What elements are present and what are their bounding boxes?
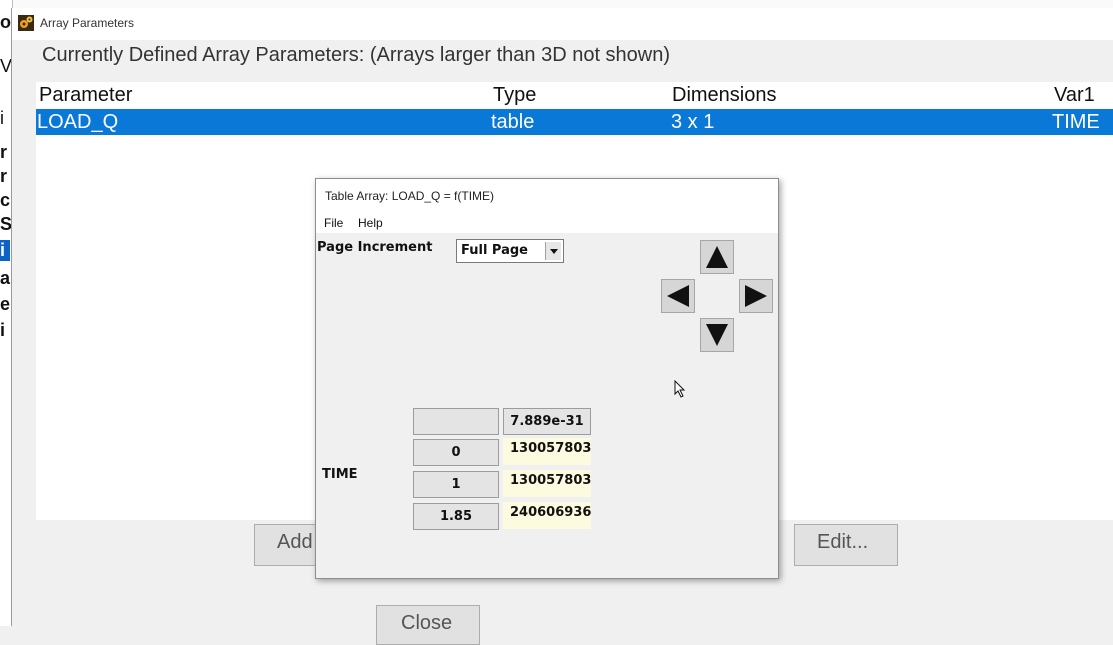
chevron-down-icon[interactable] <box>545 242 561 260</box>
page-left-button[interactable] <box>661 279 695 313</box>
bg-char: c <box>0 190 11 210</box>
arrow-up-icon <box>706 246 728 268</box>
cell-dimensions: 3 x 1 <box>671 111 715 133</box>
bg-char: r <box>0 166 8 186</box>
page-increment-label: Page Increment <box>317 240 433 255</box>
page-increment-select[interactable]: Full Page <box>456 239 564 263</box>
window-title: Array Parameters <box>40 16 135 30</box>
page-down-button[interactable] <box>700 318 734 352</box>
page-increment-value: Full Page <box>461 243 528 258</box>
row-header-button[interactable]: 0 <box>413 439 499 466</box>
defined-arrays-label: Currently Defined Array Parameters: (Arr… <box>42 44 671 66</box>
mouse-cursor-icon <box>674 379 686 403</box>
column-header-type[interactable]: Type <box>493 84 536 107</box>
arrow-down-icon <box>706 324 728 346</box>
value-cell[interactable]: 240606936 <box>503 502 591 529</box>
row-header-button[interactable]: 1.85 <box>413 503 499 530</box>
page-right-button[interactable] <box>739 279 773 313</box>
menu-file[interactable]: File <box>324 216 343 230</box>
cell-var1: TIME <box>1052 111 1100 133</box>
table-row-selected[interactable] <box>36 109 1113 135</box>
column-header-button[interactable]: 7.889e-31 <box>503 408 591 435</box>
app-gear-icon <box>18 15 34 31</box>
bg-char: i <box>0 320 6 340</box>
bg-char: e <box>0 294 11 314</box>
page-up-button[interactable] <box>700 240 734 274</box>
arrow-right-icon <box>745 285 767 307</box>
close-button[interactable]: Close <box>376 605 480 645</box>
row-axis-label: TIME <box>322 467 358 482</box>
edit-button[interactable]: Edit... <box>794 524 898 566</box>
value-cell[interactable]: 130057803 <box>503 438 591 465</box>
title-bar[interactable]: Array Parameters <box>12 8 1113 40</box>
column-header-var1[interactable]: Var1 <box>1054 84 1095 107</box>
cell-type: table <box>491 111 535 133</box>
bg-char: i <box>0 108 4 128</box>
table-array-window: Table Array: LOAD_Q = f(TIME) File Help … <box>315 178 779 579</box>
menu-help[interactable]: Help <box>358 216 383 230</box>
row-header-button[interactable]: 1 <box>413 471 499 498</box>
table-array-title: Table Array: LOAD_Q = f(TIME) <box>325 189 495 203</box>
bg-char: a <box>0 268 11 288</box>
bg-char: r <box>0 142 8 162</box>
table-array-title-bar[interactable]: Table Array: LOAD_Q = f(TIME) <box>316 179 778 211</box>
value-cell[interactable]: 130057803 <box>503 470 591 497</box>
menu-bar <box>316 211 778 233</box>
bg-char-selected: i <box>0 240 10 261</box>
cell-parameter: LOAD_Q <box>37 111 119 133</box>
column-header-parameter[interactable]: Parameter <box>39 84 132 107</box>
corner-header-button[interactable] <box>413 408 499 435</box>
column-header-dimensions[interactable]: Dimensions <box>672 84 776 107</box>
arrow-left-icon <box>667 285 689 307</box>
